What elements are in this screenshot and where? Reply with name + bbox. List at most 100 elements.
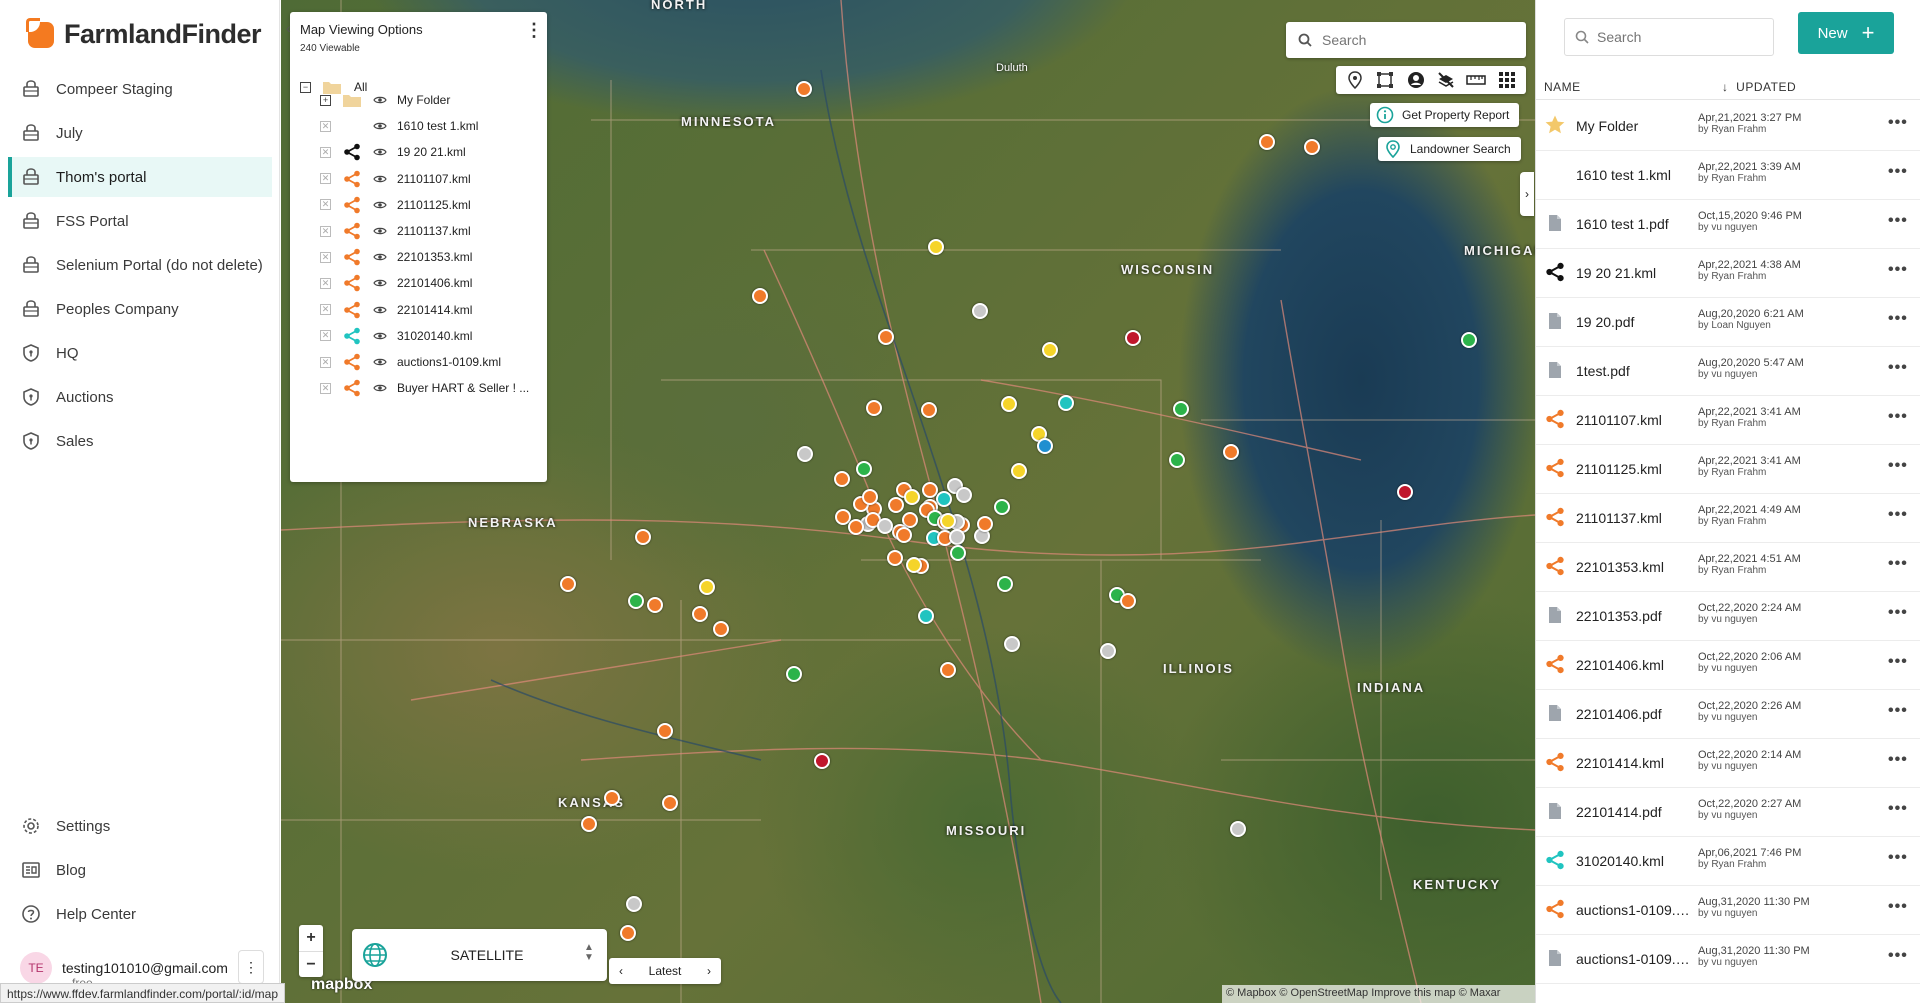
map-marker-gray[interactable] <box>1100 643 1116 659</box>
more-options-icon[interactable]: ••• <box>1888 653 1908 671</box>
more-options-icon[interactable]: ••• <box>1888 800 1908 818</box>
map-marker-green[interactable] <box>950 545 966 561</box>
user-menu-button[interactable]: ⋮ <box>238 950 264 984</box>
layer-row-21101137-kml[interactable]: ✕ 21101137.kml <box>290 218 547 244</box>
layer-row-19-20-21-kml[interactable]: ✕ 19 20 21.kml <box>290 139 547 165</box>
file-name[interactable]: 22101414.pdf <box>1576 804 1694 820</box>
eye-icon[interactable] <box>373 250 387 264</box>
hide-layers-icon[interactable] <box>1435 69 1457 91</box>
map-marker-green[interactable] <box>994 499 1010 515</box>
layer-checkbox[interactable]: ✕ <box>320 225 331 237</box>
file-name[interactable]: My Folder <box>1576 118 1694 134</box>
file-row[interactable]: My Folder Apr,21,2021 3:27 PM by Ryan Frah… <box>1536 102 1920 151</box>
map-marker-orange[interactable] <box>1223 444 1239 460</box>
file-row[interactable]: 22101414.pdf Oct,22,2020 2:27 AM by vu ngu… <box>1536 788 1920 837</box>
more-options-icon[interactable]: ••• <box>1888 751 1908 769</box>
eye-icon[interactable] <box>373 224 387 238</box>
sidebar-item-july[interactable]: July <box>8 113 272 153</box>
file-row[interactable]: 21101125.kml Apr,22,2021 3:41 AM by Ryan F… <box>1536 445 1920 494</box>
map-marker-orange[interactable] <box>657 723 673 739</box>
sidebar-item-peoples-company[interactable]: Peoples Company <box>8 289 272 329</box>
file-name[interactable]: 22101353.kml <box>1576 559 1694 575</box>
layer-row-22101353-kml[interactable]: ✕ 22101353.kml <box>290 244 547 270</box>
layer-row-buyer-hart-seller[interactable]: ✕ Buyer HART & Seller ! ... <box>290 375 547 401</box>
more-options-icon[interactable]: ••• <box>1888 261 1908 279</box>
map-marker-yellow[interactable] <box>906 557 922 573</box>
collapse-panel-icon[interactable]: ‹ <box>286 20 291 36</box>
layer-row-21101107-kml[interactable]: ✕ 21101107.kml <box>290 166 547 192</box>
layer-checkbox[interactable]: ✕ <box>320 382 331 394</box>
file-name[interactable]: 21101125.kml <box>1576 461 1694 477</box>
map-marker-red[interactable] <box>1397 484 1413 500</box>
more-options-icon[interactable]: ••• <box>1888 506 1908 524</box>
map-marker-orange[interactable] <box>560 576 576 592</box>
new-button[interactable]: New + <box>1798 12 1894 54</box>
sidebar-item-sales[interactable]: Sales <box>8 421 272 461</box>
file-name[interactable]: 1test.pdf <box>1576 363 1694 379</box>
map-marker-orange[interactable] <box>848 519 864 535</box>
file-name[interactable]: auctions1-0109.pdf <box>1576 951 1694 967</box>
file-row[interactable]: 22101406.pdf Oct,22,2020 2:26 AM by vu ngu… <box>1536 690 1920 739</box>
map-marker-yellow[interactable] <box>1042 342 1058 358</box>
map-marker-gray[interactable] <box>949 529 965 545</box>
layer-checkbox[interactable]: ✕ <box>320 251 331 263</box>
map-marker-orange[interactable] <box>862 489 878 505</box>
sidebar-item-auctions[interactable]: Auctions <box>8 377 272 417</box>
eye-icon[interactable] <box>373 198 387 212</box>
map-marker-yellow[interactable] <box>904 489 920 505</box>
file-row[interactable]: auctions1-0109.pdf Aug,31,2020 11:30 PM by… <box>1536 935 1920 984</box>
map-marker-orange[interactable] <box>1259 134 1275 150</box>
file-row[interactable]: 22101414.kml Oct,22,2020 2:14 AM by vu ngu… <box>1536 739 1920 788</box>
file-name[interactable]: 1610 test 1.kml <box>1576 167 1694 183</box>
eye-icon[interactable] <box>373 119 387 133</box>
app-logo[interactable]: FarmlandFinder <box>26 18 262 50</box>
ruler-icon[interactable] <box>1465 69 1487 91</box>
map-marker-green[interactable] <box>1173 401 1189 417</box>
more-options-icon[interactable]: ••• <box>1888 849 1908 867</box>
pin-tool-icon[interactable] <box>1344 69 1366 91</box>
previous-icon[interactable]: ‹ <box>619 964 623 978</box>
map-marker-yellow[interactable] <box>928 239 944 255</box>
more-options-icon[interactable]: ••• <box>1888 359 1908 377</box>
eye-icon[interactable] <box>373 276 387 290</box>
more-options-icon[interactable]: ••• <box>1888 212 1908 230</box>
map-marker-green[interactable] <box>1461 332 1477 348</box>
map-search-input[interactable] <box>1322 32 1512 48</box>
map-marker-orange[interactable] <box>1304 139 1320 155</box>
file-name[interactable]: 21101107.kml <box>1576 412 1694 428</box>
file-row[interactable]: 19 20.pdf Aug,20,2020 6:21 AM by Loan Nguy… <box>1536 298 1920 347</box>
owner-icon[interactable] <box>1405 69 1427 91</box>
more-options-icon[interactable]: ••• <box>1888 310 1908 328</box>
map-marker-green[interactable] <box>1169 452 1185 468</box>
map-marker-blue[interactable] <box>1037 438 1053 454</box>
map-marker-orange[interactable] <box>620 925 636 941</box>
file-row[interactable]: 1610 test 1.kml Apr,22,2021 3:39 AM by Rya… <box>1536 151 1920 200</box>
layer-row-22101414-kml[interactable]: ✕ 22101414.kml <box>290 297 547 323</box>
more-options-icon[interactable]: ••• <box>1888 163 1908 181</box>
more-options-icon[interactable]: ••• <box>1888 947 1908 965</box>
file-row[interactable]: auctions1-0109.kml Aug,31,2020 11:30 PM by… <box>1536 886 1920 935</box>
map-marker-yellow[interactable] <box>1011 463 1027 479</box>
map-marker-gray[interactable] <box>626 896 642 912</box>
eye-icon[interactable] <box>373 303 387 317</box>
file-name[interactable]: 19 20.pdf <box>1576 314 1694 330</box>
map-marker-gray[interactable] <box>1004 636 1020 652</box>
layer-row-31020140-kml[interactable]: ✕ 31020140.kml <box>290 323 547 349</box>
map-marker-green[interactable] <box>786 666 802 682</box>
map-attribution[interactable]: © Mapbox © OpenStreetMap Improve this ma… <box>1222 985 1535 1003</box>
file-name[interactable]: 31020140.kml <box>1576 853 1694 869</box>
map-marker-orange[interactable] <box>662 795 678 811</box>
get-property-report-button[interactable]: Get Property Report <box>1370 103 1520 127</box>
expand-folder-icon[interactable]: + <box>320 94 331 106</box>
map-marker-orange[interactable] <box>834 471 850 487</box>
map-search-box[interactable] <box>1286 22 1526 58</box>
layer-checkbox[interactable]: ✕ <box>320 173 331 185</box>
file-name[interactable]: 22101353.pdf <box>1576 608 1694 624</box>
map-marker-orange[interactable] <box>1120 593 1136 609</box>
file-row[interactable]: 22101353.kml Apr,22,2021 4:51 AM by Ryan F… <box>1536 543 1920 592</box>
layer-row-my-folder[interactable]: + My Folder <box>290 87 547 113</box>
map-marker-orange[interactable] <box>647 597 663 613</box>
file-row[interactable]: 1610 test 1.pdf Oct,15,2020 9:46 PM by vu … <box>1536 200 1920 249</box>
map-marker-orange[interactable] <box>878 329 894 345</box>
eye-icon[interactable] <box>373 145 387 159</box>
